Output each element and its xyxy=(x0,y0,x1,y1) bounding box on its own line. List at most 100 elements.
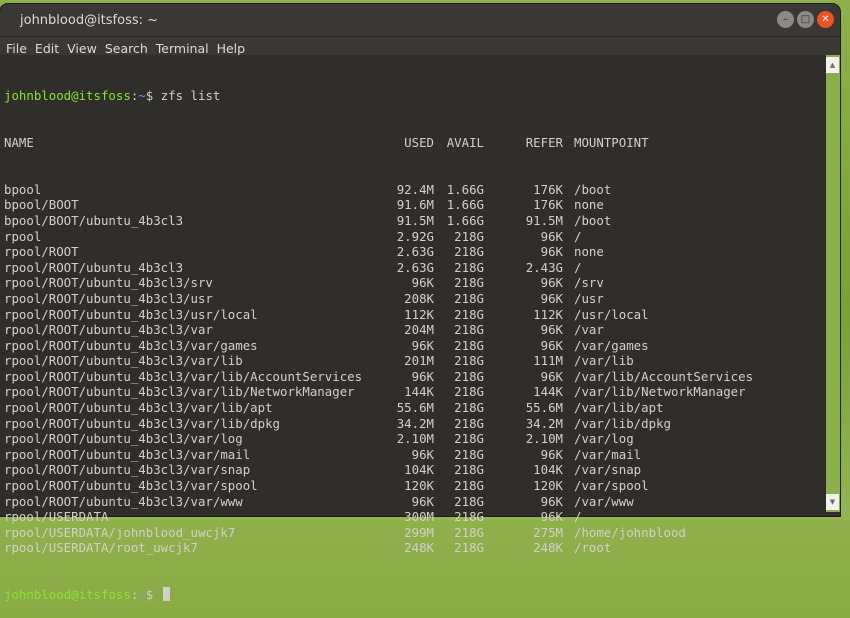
window-controls: – □ ✕ xyxy=(777,11,834,28)
menu-terminal[interactable]: Terminal xyxy=(156,41,209,56)
menu-file[interactable]: File xyxy=(6,41,27,56)
refer-value: 176K xyxy=(533,197,563,213)
menu-search[interactable]: Search xyxy=(105,41,148,56)
mountpoint-value: /var/log xyxy=(574,431,634,447)
terminal-output[interactable]: johnblood@itsfoss:~$ zfs list NAME USED … xyxy=(0,55,826,602)
avail-value: 218G xyxy=(454,524,484,540)
refer-value: 91.5M xyxy=(525,212,563,228)
dataset-name: rpool/ROOT/ubuntu_4b3cl3/var/mail xyxy=(4,446,251,462)
table-row: rpool/ROOT/ubuntu_4b3cl3/var/mail 96K 218G… xyxy=(4,447,826,463)
refer-value: 96K xyxy=(540,368,563,384)
header-mountpoint: MOUNTPOINT xyxy=(574,134,649,150)
avail-value: 218G xyxy=(454,306,484,322)
table-body: bpool 92.4M 1.66G 176K/boot bpool/BOOT 91.6M 1… xyxy=(4,182,826,556)
mountpoint-value: /boot xyxy=(574,212,612,228)
mountpoint-value: /var/mail xyxy=(574,446,642,462)
mountpoint-value: /var/lib xyxy=(574,353,634,369)
mountpoint-value: /var/games xyxy=(574,337,649,353)
refer-value: 96K xyxy=(540,228,563,244)
scroll-down-button[interactable]: ▼ xyxy=(826,494,839,510)
title-bar[interactable]: johnblood@itsfoss: ~ – □ ✕ xyxy=(0,4,840,37)
mountpoint-value: /boot xyxy=(574,181,612,197)
used-value: 96K xyxy=(411,493,434,509)
refer-value: 96K xyxy=(540,446,563,462)
used-value: 144K xyxy=(404,384,434,400)
minimize-button[interactable]: – xyxy=(777,11,794,28)
used-value: 208K xyxy=(404,290,434,306)
table-row: rpool/ROOT/ubuntu_4b3cl3/var/lib/Account… xyxy=(4,369,826,385)
maximize-button[interactable]: □ xyxy=(797,11,814,28)
refer-value: 96K xyxy=(540,509,563,525)
close-button[interactable]: ✕ xyxy=(817,11,834,28)
table-row: rpool/ROOT/ubuntu_4b3cl3/var/www 96K 218G 9… xyxy=(4,494,826,510)
table-row: rpool/ROOT/ubuntu_4b3cl3/var/lib/Network… xyxy=(4,384,826,400)
mountpoint-value: /var/lib/NetworkManager xyxy=(574,384,746,400)
header-avail: AVAIL xyxy=(446,134,484,150)
menu-help[interactable]: Help xyxy=(217,41,246,56)
avail-value: 218G xyxy=(454,228,484,244)
refer-value: 275M xyxy=(533,524,563,540)
table-row: rpool/USERDATA/root_uwcjk7 248K 218G 248K/r… xyxy=(4,540,826,556)
used-value: 120K xyxy=(404,478,434,494)
menu-view[interactable]: View xyxy=(67,41,97,56)
used-value: 300M xyxy=(404,509,434,525)
used-value: 201M xyxy=(404,353,434,369)
avail-value: 218G xyxy=(454,493,484,509)
avail-value: 218G xyxy=(454,244,484,260)
refer-value: 96K xyxy=(540,337,563,353)
used-value: 2.63G xyxy=(396,259,434,275)
avail-value: 218G xyxy=(454,509,484,525)
used-value: 2.63G xyxy=(396,244,434,260)
used-value: 2.92G xyxy=(396,228,434,244)
avail-value: 218G xyxy=(454,540,484,556)
dataset-name: rpool/ROOT/ubuntu_4b3cl3/usr/local xyxy=(4,306,258,322)
avail-value: 218G xyxy=(454,290,484,306)
mountpoint-value: / xyxy=(574,228,582,244)
refer-value: 96K xyxy=(540,244,563,260)
menu-edit[interactable]: Edit xyxy=(35,41,59,56)
used-value: 96K xyxy=(411,368,434,384)
used-value: 55.6M xyxy=(396,400,434,416)
dataset-name: rpool/ROOT/ubuntu_4b3cl3/var/www xyxy=(4,493,243,509)
prompt-separator: : xyxy=(130,587,139,603)
used-value: 96K xyxy=(411,446,434,462)
scrollbar[interactable]: ▲ ▼ xyxy=(826,55,840,512)
mountpoint-value: /var/lib/AccountServices xyxy=(574,368,754,384)
used-value: 91.5M xyxy=(396,212,434,228)
avail-value: 218G xyxy=(454,400,484,416)
refer-value: 248K xyxy=(533,540,563,556)
avail-value: 1.66G xyxy=(446,181,484,197)
used-value: 34.2M xyxy=(396,415,434,431)
current-prompt-line: johnblood@itsfoss:~$ xyxy=(4,587,826,603)
refer-value: 96K xyxy=(540,290,563,306)
avail-value: 1.66G xyxy=(446,197,484,213)
refer-value: 2.10M xyxy=(525,431,563,447)
used-value: 112K xyxy=(404,306,434,322)
prompt-path: ~ xyxy=(138,88,146,104)
dataset-name: rpool/ROOT/ubuntu_4b3cl3/var/games xyxy=(4,337,258,353)
mountpoint-value: /var xyxy=(574,322,604,338)
prompt-user-host: johnblood@itsfoss xyxy=(4,88,131,104)
command-line: johnblood@itsfoss:~$ zfs list xyxy=(4,88,826,104)
refer-value: 96K xyxy=(540,322,563,338)
table-row: rpool/ROOT/ubuntu_4b3cl3/var 204M 218G 96K /… xyxy=(4,322,826,338)
refer-value: 112K xyxy=(533,306,563,322)
used-value: 104K xyxy=(404,462,434,478)
scroll-up-button[interactable]: ▲ xyxy=(826,57,839,73)
dataset-name: rpool/ROOT/ubuntu_4b3cl3/var/spool xyxy=(4,478,258,494)
dataset-name: rpool/ROOT/ubuntu_4b3cl3/var/lib/apt xyxy=(4,400,273,416)
mountpoint-value: /srv xyxy=(574,275,604,291)
avail-value: 218G xyxy=(454,368,484,384)
refer-value: 55.6M xyxy=(525,400,563,416)
table-row: rpool/ROOT/ubuntu_4b3cl3/var/lib 201M 218G… xyxy=(4,353,826,369)
used-value: 2.10M xyxy=(396,431,434,447)
table-row: rpool/ROOT/ubuntu_4b3cl3/usr 208K 218G 96K /… xyxy=(4,291,826,307)
close-icon: ✕ xyxy=(821,13,830,25)
dataset-name: rpool/ROOT/ubuntu_4b3cl3/var/log xyxy=(4,431,243,447)
dataset-name: rpool/ROOT/ubuntu_4b3cl3 xyxy=(4,259,184,275)
mountpoint-value: /var/snap xyxy=(574,462,642,478)
used-value: 96K xyxy=(411,337,434,353)
mountpoint-value: none xyxy=(574,244,604,260)
command-text: zfs list xyxy=(153,88,221,104)
dataset-name: rpool/ROOT/ubuntu_4b3cl3/var/snap xyxy=(4,462,251,478)
